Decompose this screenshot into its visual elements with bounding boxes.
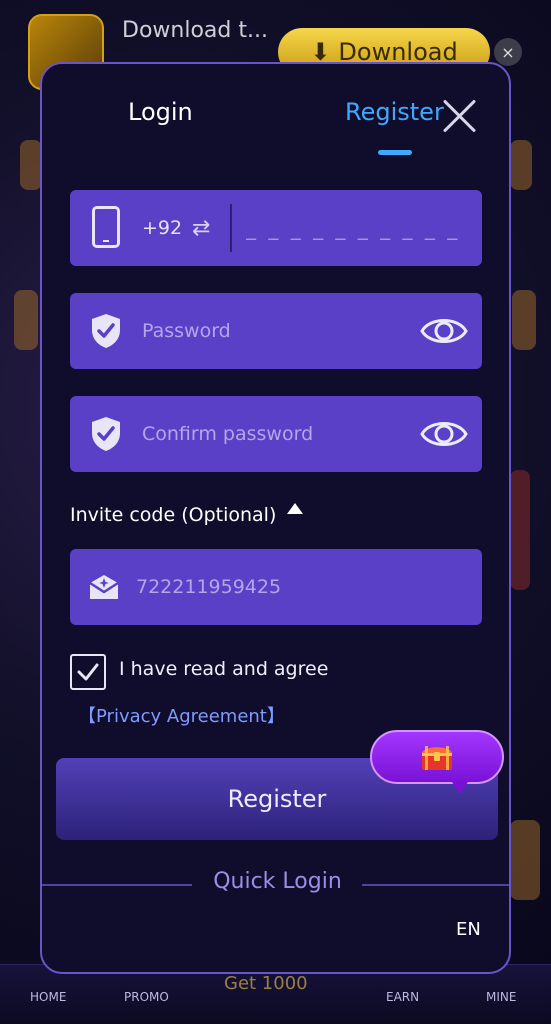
- invite-code-label: Invite code (Optional): [70, 504, 277, 526]
- close-icon[interactable]: [440, 94, 480, 134]
- nav-mine[interactable]: MINE: [486, 990, 516, 1004]
- banner-title: Download t...: [122, 18, 268, 43]
- nav-promo[interactable]: PROMO: [124, 990, 169, 1004]
- invite-code-field: [70, 549, 482, 625]
- nav-earn[interactable]: EARN: [386, 990, 419, 1004]
- language-selector[interactable]: EN: [456, 919, 481, 940]
- divider: [362, 884, 509, 886]
- password-input[interactable]: [142, 309, 412, 353]
- confirm-password-field: [70, 396, 482, 472]
- side-decoration: [510, 820, 540, 900]
- swap-icon[interactable]: ⇄: [192, 216, 210, 241]
- nav-get[interactable]: Get 1000: [224, 973, 308, 994]
- tab-login[interactable]: Login: [128, 98, 193, 126]
- country-code-selector[interactable]: +92: [142, 217, 182, 239]
- agreement-checkbox[interactable]: [70, 654, 106, 690]
- envelope-icon: [89, 575, 119, 599]
- quick-login-heading: Quick Login: [213, 869, 342, 894]
- side-decoration: [14, 290, 38, 350]
- active-tab-indicator: [378, 150, 412, 155]
- agreement-text: I have read and agree: [119, 658, 329, 680]
- register-modal: Login Register +92 ⇄ Invite: [40, 62, 511, 974]
- shield-icon: [92, 314, 120, 348]
- side-decoration: [20, 140, 42, 190]
- side-decoration: [510, 140, 532, 190]
- banner-close-icon[interactable]: ×: [494, 38, 522, 66]
- phone-icon: [92, 206, 120, 248]
- gift-badge[interactable]: [370, 730, 504, 794]
- eye-icon[interactable]: [420, 313, 468, 349]
- nav-home[interactable]: HOME: [30, 990, 66, 1004]
- field-divider: [230, 204, 232, 252]
- side-decoration: [510, 470, 530, 590]
- password-field: [70, 293, 482, 369]
- invite-code-input[interactable]: [136, 565, 466, 609]
- eye-icon[interactable]: [420, 416, 468, 452]
- check-icon: [77, 663, 99, 681]
- side-decoration: [512, 290, 536, 350]
- phone-number-input[interactable]: [246, 204, 478, 252]
- treasure-chest-icon: [422, 746, 452, 770]
- tab-register[interactable]: Register: [345, 98, 444, 126]
- phone-field: +92 ⇄: [70, 190, 482, 266]
- privacy-agreement-link[interactable]: 【Privacy Agreement】: [78, 702, 285, 728]
- caret-up-icon[interactable]: [285, 500, 305, 516]
- confirm-password-input[interactable]: [142, 412, 412, 456]
- shield-icon: [92, 417, 120, 451]
